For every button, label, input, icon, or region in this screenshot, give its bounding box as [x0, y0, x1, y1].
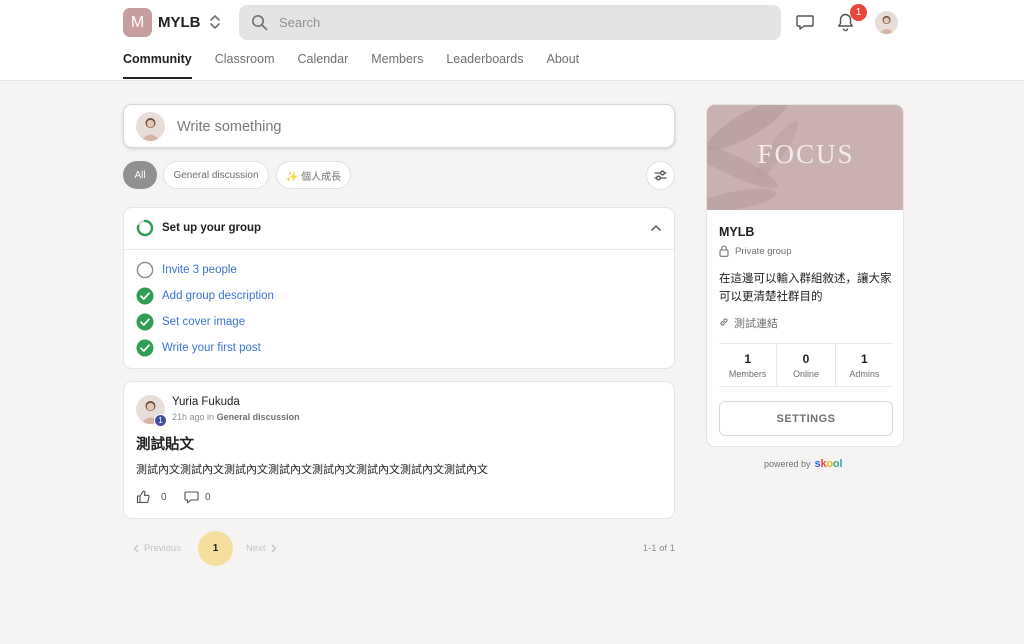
empty-circle-icon — [136, 261, 154, 279]
post-body: 測試內文測試內文測試內文測試內文測試內文測試內文測試內文測試內文 — [136, 464, 488, 476]
stat-value: 1 — [744, 352, 751, 366]
composer-placeholder[interactable]: Write something — [177, 119, 282, 135]
notification-badge: 1 — [850, 4, 867, 21]
group-switcher-icon[interactable] — [208, 13, 222, 31]
sidebar-group-name: MYLB — [719, 225, 755, 239]
skool-logo: skool — [814, 458, 843, 470]
pagination-page-current[interactable]: 1 — [198, 531, 233, 566]
lock-icon — [719, 245, 729, 257]
tab-community[interactable]: Community — [123, 52, 192, 79]
group-name[interactable]: MYLB — [158, 14, 201, 31]
setup-task-invite[interactable]: Invite 3 people — [136, 261, 237, 279]
like-icon[interactable] — [136, 490, 150, 504]
user-avatar[interactable] — [875, 11, 898, 34]
next-label: Next — [246, 543, 266, 554]
chevron-right-icon — [271, 544, 276, 553]
filter-all[interactable]: All — [123, 161, 157, 189]
group-stats: 1 Members 0 Online 1 Admins — [719, 343, 893, 387]
setup-task-label[interactable]: Write your first post — [162, 342, 261, 354]
link-icon — [720, 318, 728, 326]
filter-general-discussion[interactable]: General discussion — [163, 161, 269, 189]
search-bar — [239, 5, 781, 40]
setup-checklist-card: Set up your group Invite 3 people Add gr… — [123, 207, 675, 369]
stat-value: 1 — [860, 352, 868, 366]
comment-count: 0 — [205, 492, 211, 503]
like-count: 0 — [161, 492, 167, 503]
cover-text: FOCUS — [757, 139, 855, 169]
setup-task-cover[interactable]: Set cover image — [136, 313, 245, 331]
tab-about[interactable]: About — [546, 52, 579, 79]
setup-header[interactable]: Set up your group — [124, 208, 674, 250]
pagination-next[interactable]: Next — [246, 543, 277, 554]
search-input[interactable] — [279, 5, 759, 40]
tab-calendar[interactable]: Calendar — [298, 52, 349, 79]
setup-task-label[interactable]: Add group description — [162, 290, 274, 302]
settings-button[interactable]: SETTINGS — [719, 401, 893, 436]
stat-members[interactable]: 1 Members — [719, 344, 778, 386]
post-meta: 21h ago in General discussion — [172, 412, 300, 422]
group-cover-image: FOCUS — [707, 105, 903, 210]
setup-task-label[interactable]: Set cover image — [162, 316, 245, 328]
stat-label: Members — [728, 369, 767, 379]
powered-by[interactable]: powered by skool — [764, 458, 842, 470]
stat-online[interactable]: 0 Online — [777, 344, 836, 386]
filter-personal-growth[interactable]: ✨ 個人成長 — [276, 161, 351, 189]
group-link[interactable]: 測試連結 — [734, 315, 778, 331]
progress-ring-icon — [136, 219, 154, 237]
pagination-range: 1-1 of 1 — [642, 543, 675, 554]
chevron-left-icon — [133, 544, 139, 553]
setup-task-description[interactable]: Add group description — [136, 287, 274, 305]
check-circle-icon — [136, 313, 154, 331]
check-circle-icon — [136, 287, 154, 305]
chat-icon[interactable] — [795, 12, 815, 32]
filter-settings-button[interactable] — [646, 161, 675, 190]
powered-by-label: powered by — [764, 459, 811, 469]
tab-members[interactable]: Members — [371, 52, 423, 79]
tab-classroom[interactable]: Classroom — [215, 52, 275, 79]
stat-value: 0 — [802, 352, 810, 366]
comment-icon[interactable] — [184, 490, 199, 504]
group-info-card: FOCUS MYLB Private group 在這邊可以輸入群組敘述，讓大家… — [706, 104, 904, 447]
group-logo[interactable]: M — [123, 8, 152, 37]
stat-admins[interactable]: 1 Admins — [836, 344, 893, 386]
chevron-up-icon[interactable] — [650, 222, 662, 234]
level-badge: 1 — [154, 414, 167, 427]
search-icon — [252, 15, 268, 31]
main-tabs: Community Classroom Calendar Members Lea… — [123, 52, 602, 79]
setup-task-label[interactable]: Invite 3 people — [162, 264, 237, 276]
stat-label: Online — [792, 369, 819, 379]
setup-title: Set up your group — [162, 222, 262, 234]
post-category[interactable]: General discussion — [217, 412, 300, 422]
post-card[interactable]: 1 Yuria Fukuda 21h ago in General discus… — [123, 381, 675, 519]
group-description: 在這邊可以輸入群組敘述，讓大家可以更清楚社群目的 — [719, 273, 892, 303]
post-title[interactable]: 測試貼文 — [136, 433, 194, 454]
previous-label: Previous — [144, 543, 181, 554]
post-author-name[interactable]: Yuria Fukuda — [172, 396, 240, 408]
privacy-label: Private group — [735, 246, 792, 257]
composer-avatar — [136, 112, 165, 141]
tab-leaderboards[interactable]: Leaderboards — [446, 52, 523, 79]
setup-task-first-post[interactable]: Write your first post — [136, 339, 261, 357]
stat-label: Admins — [849, 369, 880, 379]
top-header: M MYLB 1 Community Classroom Calendar Me… — [0, 0, 1024, 81]
sliders-icon — [654, 170, 667, 181]
post-composer[interactable]: Write something — [123, 104, 675, 148]
check-circle-icon — [136, 339, 154, 357]
pagination-previous[interactable]: Previous — [133, 543, 181, 554]
post-time: 21h ago in — [172, 412, 215, 422]
